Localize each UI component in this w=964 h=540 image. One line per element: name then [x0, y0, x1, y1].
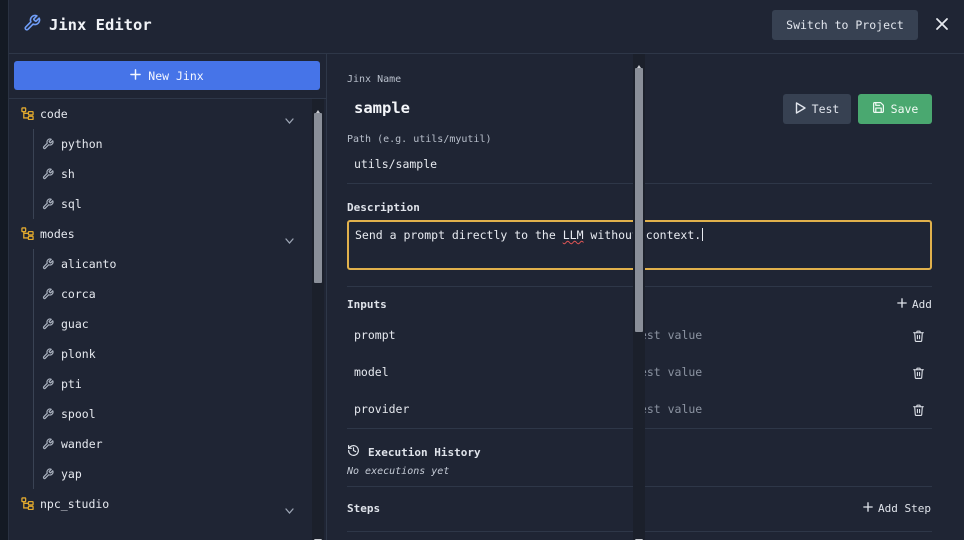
jinx-tree-area: code python sh sql modes alicanto corca guac plo…	[9, 98, 327, 540]
sidebar-item-label: python	[61, 137, 103, 151]
wrench-icon	[42, 165, 54, 184]
description-text-before: Send a prompt directly to the	[355, 228, 563, 242]
sidebar-item-label: alicanto	[61, 257, 117, 271]
add-step-label: Add Step	[878, 502, 931, 515]
folder-children: python sh sql	[33, 129, 311, 219]
new-jinx-button[interactable]: New Jinx	[14, 61, 320, 90]
input-name-field[interactable]: prompt	[354, 328, 396, 342]
save-icon	[872, 101, 885, 117]
plus-icon	[897, 298, 907, 311]
wrench-icon	[23, 14, 41, 36]
folder-modes[interactable]: modes	[9, 219, 311, 249]
trash-icon[interactable]	[912, 402, 925, 421]
no-executions-text: No executions yet	[347, 466, 450, 477]
wrench-icon	[42, 285, 54, 304]
sidebar-item-wander[interactable]: wander	[34, 429, 311, 459]
sidebar-item-pti[interactable]: pti	[34, 369, 311, 399]
chevron-down-icon[interactable]	[285, 499, 294, 518]
folder-tree-icon	[21, 495, 34, 514]
folder-code[interactable]: code	[9, 99, 311, 129]
wrench-icon	[42, 135, 54, 154]
jinx-name-label: Jinx Name	[347, 74, 402, 85]
sidebar-item-label: plonk	[61, 347, 96, 361]
sidebar-item-label: sh	[61, 167, 75, 181]
wrench-icon	[42, 315, 54, 334]
sidebar-item-label: guac	[61, 317, 89, 331]
sidebar-item-sh[interactable]: sh	[34, 159, 311, 189]
sidebar-item-label: corca	[61, 287, 96, 301]
sidebar-item-yap[interactable]: yap	[34, 459, 311, 489]
switch-to-project-button[interactable]: Switch to Project	[772, 10, 918, 40]
folder-npc_studio[interactable]: npc_studio	[9, 489, 311, 519]
folder-label: npc_studio	[40, 497, 110, 511]
inputs-heading: Inputs	[347, 298, 387, 311]
plus-icon	[130, 68, 142, 83]
wrench-icon	[42, 375, 54, 394]
chevron-down-icon[interactable]	[285, 109, 294, 128]
sidebar-item-label: pti	[61, 377, 82, 391]
sidebar-item-label: sql	[61, 197, 82, 211]
folder-label: code	[40, 107, 68, 121]
description-heading: Description	[347, 201, 420, 214]
jinx-name-field[interactable]: sample	[354, 99, 410, 117]
text-caret	[702, 228, 704, 241]
main-scrollbar[interactable]	[633, 54, 645, 540]
wrench-icon	[42, 465, 54, 484]
plus-icon	[863, 502, 873, 515]
save-button[interactable]: Save	[858, 94, 932, 124]
add-input-button[interactable]: Add	[897, 298, 932, 311]
input-name-field[interactable]: model	[354, 365, 389, 379]
scroll-down-icon[interactable]	[314, 530, 322, 540]
sidebar-scrollbar[interactable]	[312, 99, 324, 540]
test-button[interactable]: Test	[783, 94, 851, 124]
trash-icon[interactable]	[912, 328, 925, 347]
sidebar-item-plonk[interactable]: plonk	[34, 339, 311, 369]
execution-history-label: Execution History	[368, 445, 481, 459]
wrench-icon	[42, 195, 54, 214]
play-icon	[795, 101, 806, 117]
sidebar-item-guac[interactable]: guac	[34, 309, 311, 339]
title-group: Jinx Editor	[23, 14, 152, 36]
sidebar-item-spool[interactable]: spool	[34, 399, 311, 429]
close-icon[interactable]	[932, 14, 952, 34]
execution-history-heading: Execution History	[347, 444, 481, 460]
jinx-tree: code python sh sql modes alicanto corca guac plo…	[9, 99, 311, 519]
description-misspelled-word: LLM	[562, 228, 584, 242]
path-field[interactable]: utils/sample	[354, 157, 437, 171]
scroll-down-icon[interactable]	[635, 530, 643, 540]
sidebar-item-python[interactable]: python	[34, 129, 311, 159]
save-label: Save	[890, 102, 919, 116]
sidebar-item-alicanto[interactable]: alicanto	[34, 249, 311, 279]
folder-tree-icon	[21, 225, 34, 244]
sidebar-item-label: spool	[61, 407, 96, 421]
wrench-icon	[42, 255, 54, 274]
sidebar-item-label: wander	[61, 437, 103, 451]
folder-label: modes	[40, 227, 75, 241]
steps-heading: Steps	[347, 502, 381, 515]
wrench-icon	[42, 435, 54, 454]
trash-icon[interactable]	[912, 365, 925, 384]
jinx-sidebar: New Jinx code python sh sql modes alicanto cor…	[9, 54, 327, 540]
folder-tree-icon	[21, 105, 34, 124]
add-step-button[interactable]: Add Step	[863, 502, 931, 515]
sidebar-item-corca[interactable]: corca	[34, 279, 311, 309]
modal-header: Jinx Editor Switch to Project	[9, 0, 964, 54]
test-label: Test	[811, 102, 840, 116]
add-input-label: Add	[912, 298, 932, 311]
sidebar-item-label: yap	[61, 467, 82, 481]
wrench-icon	[42, 405, 54, 424]
sidebar-item-sql[interactable]: sql	[34, 189, 311, 219]
chevron-down-icon[interactable]	[285, 229, 294, 248]
page-title: Jinx Editor	[49, 16, 152, 34]
jinx-editor-modal: Jinx Editor Switch to Project New Jinx c…	[8, 0, 964, 540]
history-icon	[347, 444, 360, 460]
path-label: Path (e.g. utils/myutil)	[347, 134, 492, 145]
new-jinx-label: New Jinx	[148, 68, 204, 83]
main-scroll-thumb[interactable]	[635, 68, 643, 332]
input-name-field[interactable]: provider	[354, 402, 409, 416]
wrench-icon	[42, 345, 54, 364]
sidebar-scroll-thumb[interactable]	[314, 113, 322, 283]
folder-children: alicanto corca guac plonk pti spool wander yap	[33, 249, 311, 489]
